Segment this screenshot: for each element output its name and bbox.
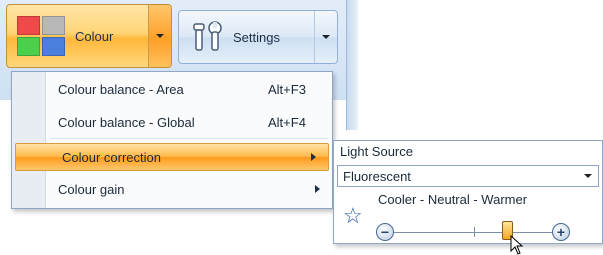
select-dropdown-arrow[interactable] (578, 174, 598, 178)
submenu-arrow-icon (311, 153, 316, 161)
wrench-screwdriver-icon (193, 21, 222, 51)
swatch-green (17, 37, 40, 56)
chevron-down-icon (584, 174, 592, 178)
colour-button-label: Colour (75, 28, 114, 44)
menu-item-label: Colour balance - Global (58, 114, 195, 130)
star-icon[interactable]: ☆ (343, 205, 363, 227)
colour-button-main[interactable]: Colour (7, 5, 149, 67)
colour-dropdown-menu: Colour balance - Area Alt+F3 Colour bala… (11, 71, 333, 209)
settings-split-button[interactable]: Settings (178, 10, 338, 64)
swatch-blue (42, 37, 65, 56)
menu-item-colour-correction[interactable]: Colour correction (15, 143, 329, 171)
light-source-label: Light Source (340, 144, 413, 159)
settings-button-label: Settings (233, 29, 280, 45)
swatch-red (17, 16, 40, 35)
colour-palette-icon (17, 16, 65, 56)
light-source-value: Fluorescent (343, 168, 411, 184)
mouse-pointer-icon (510, 235, 524, 255)
temperature-slider-label: Cooler - Neutral - Warmer (378, 192, 528, 207)
colour-dropdown-arrow[interactable] (149, 5, 171, 67)
slider-increase-button[interactable]: + (552, 223, 570, 241)
menu-item-shortcut: Alt+F3 (268, 81, 306, 97)
temperature-slider-track[interactable] (394, 232, 556, 233)
menu-item-label: Colour gain (58, 181, 125, 197)
colour-correction-submenu: Light Source Fluorescent ☆ Cooler - Neut… (333, 140, 603, 255)
menu-item-label: Colour correction (62, 149, 161, 165)
minus-icon: − (380, 224, 390, 240)
light-source-select[interactable]: Fluorescent (337, 165, 599, 187)
ribbon-panel-edge (346, 0, 358, 130)
settings-button-main[interactable]: Settings (179, 11, 315, 63)
slider-decrease-button[interactable]: − (376, 223, 394, 241)
colour-split-button[interactable]: Colour (6, 4, 172, 68)
menu-item-label: Colour balance - Area (58, 81, 184, 97)
plus-icon: + (556, 224, 566, 240)
chevron-down-icon (322, 35, 330, 39)
chevron-down-icon (156, 34, 164, 38)
menu-separator (50, 138, 328, 139)
menu-item-colour-balance-global[interactable]: Colour balance - Global Alt+F4 (12, 108, 332, 136)
menu-item-colour-gain[interactable]: Colour gain (12, 175, 332, 203)
swatch-grey (42, 16, 65, 35)
slider-tick (474, 227, 475, 237)
settings-dropdown-arrow[interactable] (315, 11, 337, 63)
submenu-arrow-icon (315, 185, 320, 193)
menu-item-shortcut: Alt+F4 (268, 114, 306, 130)
menu-item-colour-balance-area[interactable]: Colour balance - Area Alt+F3 (12, 75, 332, 103)
